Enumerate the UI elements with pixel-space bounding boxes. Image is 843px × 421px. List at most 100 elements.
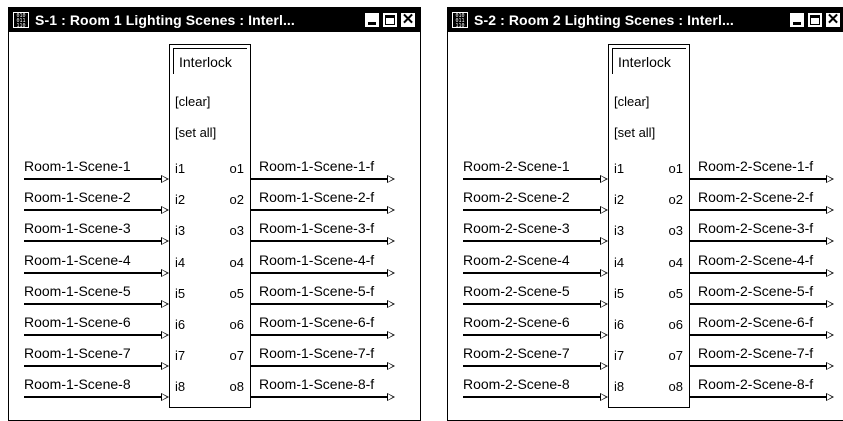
input-signal-name[interactable]: Room-2-Scene-3: [463, 220, 570, 236]
input-signal-name[interactable]: Room-1-Scene-6: [24, 314, 131, 330]
input-signal-wire[interactable]: [463, 396, 600, 398]
output-signal-wire[interactable]: [251, 303, 387, 305]
output-signal-wire[interactable]: [690, 365, 826, 367]
input-pin-label: i5: [614, 286, 625, 301]
output-signal-wire[interactable]: [251, 178, 387, 180]
output-signal-name[interactable]: Room-1-Scene-5-f: [259, 283, 374, 299]
input-signal-name[interactable]: Room-1-Scene-2: [24, 189, 131, 205]
symbol-window-s1[interactable]: 010 011 110 S-1 : Room 1 Lighting Scenes :…: [8, 7, 421, 421]
output-signal-name[interactable]: Room-1-Scene-6-f: [259, 314, 374, 330]
output-signal-name[interactable]: Room-2-Scene-8-f: [698, 376, 813, 392]
input-signal-wire[interactable]: [24, 209, 161, 211]
output-signal-name[interactable]: Room-1-Scene-2-f: [259, 189, 374, 205]
output-signal-name[interactable]: Room-1-Scene-3-f: [259, 220, 374, 236]
output-signal-name[interactable]: Room-2-Scene-2-f: [698, 189, 813, 205]
output-signal-wire[interactable]: [690, 303, 826, 305]
output-signal-wire[interactable]: [690, 209, 826, 211]
input-signal-name[interactable]: Room-2-Scene-6: [463, 314, 570, 330]
set-all-parameter[interactable]: [set all]: [175, 125, 216, 140]
output-pin-label: o2: [668, 192, 683, 207]
output-pin-label: o5: [668, 286, 683, 301]
input-signal-name[interactable]: Room-1-Scene-1: [24, 158, 131, 174]
input-signal-name[interactable]: Room-1-Scene-3: [24, 220, 131, 236]
input-pin-label: i6: [614, 317, 625, 332]
input-signal-wire[interactable]: [463, 178, 600, 180]
output-signal-name[interactable]: Room-2-Scene-6-f: [698, 314, 813, 330]
input-pin-label: i4: [614, 255, 625, 270]
output-signal-wire[interactable]: [251, 365, 387, 367]
input-signal-wire[interactable]: [24, 272, 161, 274]
input-pin-label: i4: [175, 255, 186, 270]
input-arrow-icon: [600, 331, 608, 339]
input-arrow-icon: [161, 300, 169, 308]
input-signal-name[interactable]: Room-2-Scene-8: [463, 376, 570, 392]
input-signal-name[interactable]: Room-2-Scene-7: [463, 345, 570, 361]
logic-canvas[interactable]: Interlock [clear] [set all] i1 o1 i2 o2 i3 o3…: [448, 8, 843, 420]
input-signal-wire[interactable]: [463, 272, 600, 274]
input-arrow-icon: [600, 237, 608, 245]
output-signal-wire[interactable]: [690, 396, 826, 398]
input-arrow-icon: [161, 237, 169, 245]
output-pin-label: o4: [668, 255, 683, 270]
output-arrow-icon: [826, 237, 834, 245]
symbol-window-s2[interactable]: 010 011 110 S-2 : Room 2 Lighting Scenes :…: [447, 7, 843, 421]
output-pin-label: o1: [668, 161, 683, 176]
interlock-block[interactable]: Interlock [clear] [set all] i1 o1 i2 o2 i3 o3…: [608, 44, 690, 408]
input-signal-wire[interactable]: [24, 303, 161, 305]
output-signal-wire[interactable]: [251, 209, 387, 211]
input-signal-name[interactable]: Room-1-Scene-5: [24, 283, 131, 299]
input-signal-wire[interactable]: [463, 209, 600, 211]
output-arrow-icon: [826, 300, 834, 308]
input-signal-name[interactable]: Room-2-Scene-2: [463, 189, 570, 205]
output-pin-label: o6: [229, 317, 244, 332]
input-signal-name[interactable]: Room-2-Scene-5: [463, 283, 570, 299]
clear-parameter[interactable]: [clear]: [614, 94, 649, 109]
output-signal-name[interactable]: Room-2-Scene-7-f: [698, 345, 813, 361]
output-signal-name[interactable]: Room-2-Scene-1-f: [698, 158, 813, 174]
input-signal-wire[interactable]: [463, 365, 600, 367]
input-signal-name[interactable]: Room-1-Scene-8: [24, 376, 131, 392]
output-signal-name[interactable]: Room-2-Scene-5-f: [698, 283, 813, 299]
output-arrow-icon: [387, 300, 395, 308]
input-signal-name[interactable]: Room-2-Scene-1: [463, 158, 570, 174]
output-signal-wire[interactable]: [251, 396, 387, 398]
clear-parameter[interactable]: [clear]: [175, 94, 210, 109]
output-signal-name[interactable]: Room-1-Scene-1-f: [259, 158, 374, 174]
output-signal-wire[interactable]: [251, 240, 387, 242]
input-signal-wire[interactable]: [24, 396, 161, 398]
output-pin-label: o2: [229, 192, 244, 207]
output-arrow-icon: [387, 331, 395, 339]
input-signal-wire[interactable]: [24, 178, 161, 180]
output-signal-wire[interactable]: [251, 334, 387, 336]
output-arrow-icon: [826, 331, 834, 339]
output-signal-name[interactable]: Room-1-Scene-7-f: [259, 345, 374, 361]
input-signal-wire[interactable]: [463, 240, 600, 242]
output-signal-wire[interactable]: [690, 334, 826, 336]
output-signal-name[interactable]: Room-2-Scene-3-f: [698, 220, 813, 236]
output-signal-wire[interactable]: [251, 272, 387, 274]
output-signal-wire[interactable]: [690, 272, 826, 274]
input-pin-label: i8: [614, 379, 625, 394]
output-signal-name[interactable]: Room-2-Scene-4-f: [698, 252, 813, 268]
input-signal-wire[interactable]: [24, 365, 161, 367]
output-signal-name[interactable]: Room-1-Scene-8-f: [259, 376, 374, 392]
input-signal-wire[interactable]: [24, 334, 161, 336]
set-all-parameter[interactable]: [set all]: [614, 125, 655, 140]
output-signal-wire[interactable]: [690, 240, 826, 242]
input-pin-label: i1: [175, 161, 186, 176]
input-signal-name[interactable]: Room-2-Scene-4: [463, 252, 570, 268]
input-signal-name[interactable]: Room-1-Scene-7: [24, 345, 131, 361]
input-arrow-icon: [161, 393, 169, 401]
output-arrow-icon: [387, 237, 395, 245]
input-signal-wire[interactable]: [463, 303, 600, 305]
input-signal-wire[interactable]: [463, 334, 600, 336]
output-pin-label: o6: [668, 317, 683, 332]
output-pin-label: o3: [229, 223, 244, 238]
output-signal-wire[interactable]: [690, 178, 826, 180]
input-signal-wire[interactable]: [24, 240, 161, 242]
output-signal-name[interactable]: Room-1-Scene-4-f: [259, 252, 374, 268]
input-signal-name[interactable]: Room-1-Scene-4: [24, 252, 131, 268]
interlock-block[interactable]: Interlock [clear] [set all] i1 o1 i2 o2 i3 o3…: [169, 44, 251, 408]
input-arrow-icon: [161, 331, 169, 339]
logic-canvas[interactable]: Interlock [clear] [set all] i1 o1 i2 o2 i3 o3…: [9, 8, 420, 420]
